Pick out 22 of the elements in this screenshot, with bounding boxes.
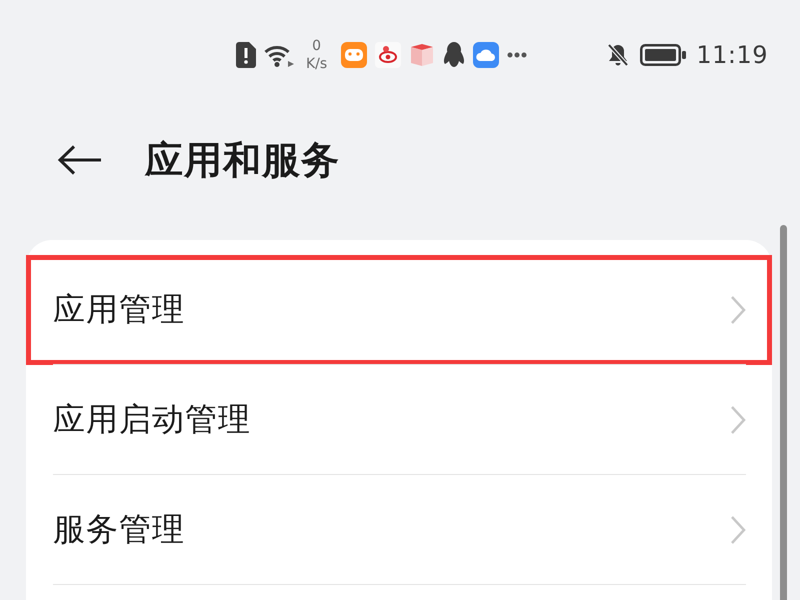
highlighted-menu-item[interactable]: 应用管理 xyxy=(26,255,772,365)
chevron-right-icon xyxy=(730,514,746,544)
penguin-icon xyxy=(443,42,466,68)
muted-bell-icon xyxy=(606,43,630,67)
cloud-app-icon xyxy=(473,42,500,68)
wifi-icon xyxy=(264,43,294,67)
chevron-right-icon xyxy=(730,404,746,434)
battery-icon xyxy=(640,44,686,66)
clock-time: 11:19 xyxy=(696,41,768,69)
network-speed-unit: K/s xyxy=(306,55,328,73)
page-title: 应用和服务 xyxy=(145,136,340,184)
game-app-icon xyxy=(341,42,368,68)
chevron-right-icon xyxy=(730,294,746,324)
eye-logo-icon xyxy=(375,42,402,68)
more-icon xyxy=(507,52,528,58)
menu-item[interactable]: 应用启动管理 xyxy=(26,365,772,475)
network-speed-value: 0 xyxy=(312,37,322,55)
back-arrow-icon xyxy=(57,145,101,175)
box-app-icon xyxy=(409,42,436,68)
back-button[interactable] xyxy=(57,145,101,175)
sim-alert-icon xyxy=(236,42,256,68)
menu-item[interactable]: 服务管理 xyxy=(26,475,772,585)
